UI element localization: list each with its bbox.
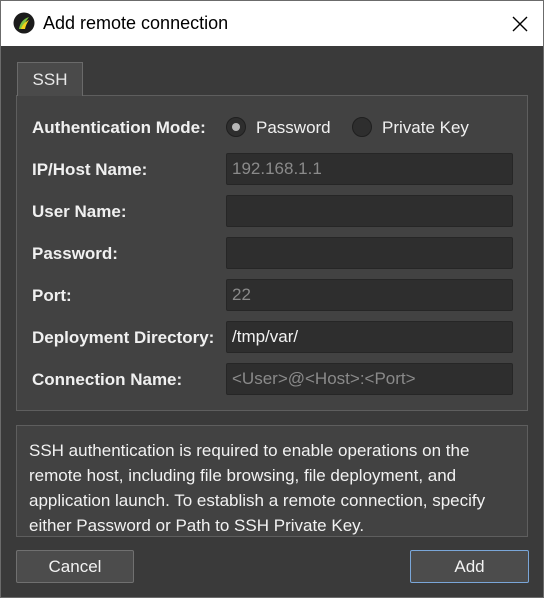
tab-ssh[interactable]: SSH bbox=[17, 62, 83, 96]
password-label: Password: bbox=[32, 244, 118, 263]
app-logo-icon bbox=[13, 12, 35, 34]
host-input[interactable]: 192.168.1.1 bbox=[226, 153, 513, 185]
deployment-directory-input[interactable]: /tmp/var/ bbox=[226, 321, 513, 353]
auth-mode-label: Authentication Mode: bbox=[32, 118, 206, 137]
port-label: Port: bbox=[32, 286, 72, 305]
dialog-window: Add remote connection SSH Authentication… bbox=[0, 0, 544, 598]
connection-name-label: Connection Name: bbox=[32, 370, 183, 389]
port-input[interactable]: 22 bbox=[226, 279, 513, 311]
host-label: IP/Host Name: bbox=[32, 160, 148, 179]
deployment-directory-label: Deployment Directory: bbox=[32, 328, 215, 347]
user-name-input[interactable] bbox=[226, 195, 513, 227]
info-line: SSH authentication is required to enable… bbox=[29, 441, 470, 460]
close-icon bbox=[512, 16, 528, 31]
private-key-radio-label[interactable]: Private Key bbox=[382, 118, 469, 138]
password-radio[interactable] bbox=[226, 117, 246, 137]
window-title: Add remote connection bbox=[43, 13, 229, 33]
private-key-radio[interactable] bbox=[352, 117, 372, 137]
connection-name-input[interactable]: <User>@<Host>:<Port> bbox=[226, 363, 513, 395]
title-bar: Add remote connection bbox=[1, 1, 543, 46]
close-button[interactable] bbox=[497, 1, 543, 46]
password-input[interactable] bbox=[226, 237, 513, 269]
cancel-button[interactable]: Cancel bbox=[16, 550, 134, 583]
info-line: application launch. To establish a remot… bbox=[29, 491, 486, 510]
user-name-label: User Name: bbox=[32, 202, 127, 221]
info-line: either Password or Path to SSH Private K… bbox=[29, 516, 365, 535]
password-radio-label[interactable]: Password bbox=[256, 118, 331, 138]
add-button[interactable]: Add bbox=[410, 550, 529, 583]
info-message: SSH authentication is required to enable… bbox=[16, 425, 528, 537]
info-line: remote host, including file browsing, fi… bbox=[29, 466, 457, 485]
